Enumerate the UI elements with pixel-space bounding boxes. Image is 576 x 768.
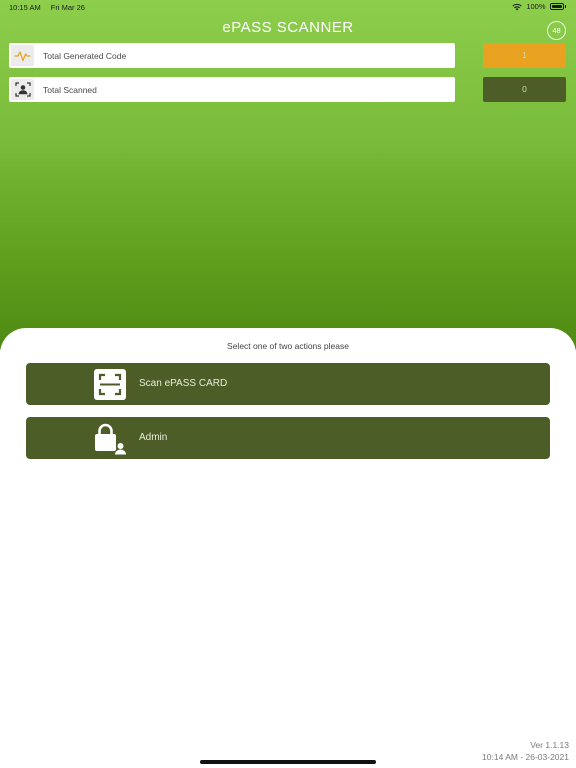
status-left: 10:15 AM Fri Mar 26 [9,3,93,12]
count-badge[interactable]: 48 [547,21,566,40]
stat-value-scanned: 0 [483,77,566,102]
scan-epass-button[interactable]: Scan ePASS CARD [26,363,550,405]
pulse-icon [11,45,34,66]
action-sheet: Select one of two actions please Scan eP… [0,328,576,768]
battery-tip [564,5,566,8]
wifi-icon [512,3,522,10]
status-time: 10:15 AM [9,3,41,12]
status-bar: 10:15 AM Fri Mar 26 100% [0,0,576,14]
stat-label-scanned: Total Scanned [43,84,97,95]
admin-button[interactable]: Admin [26,417,550,459]
stat-label-generated: Total Generated Code [43,50,127,61]
page-title: ePASS SCANNER [222,19,354,36]
version-info: Ver 1.1.13 10:14 AM - 26-03-2021 [482,739,569,763]
stat-card-scanned: Total Scanned [9,77,455,102]
admin-label: Admin [139,432,168,443]
battery-percent: 100% [526,2,546,11]
status-right: 100% [512,2,566,11]
version-timestamp: 10:14 AM - 26-03-2021 [482,752,569,762]
stat-value-generated: 1 [483,43,566,68]
battery-icon [549,3,564,10]
lock-user-icon [95,423,126,455]
action-prompt: Select one of two actions please [227,341,349,351]
status-date: Fri Mar 26 [50,3,85,12]
face-scan-icon [11,79,34,100]
scan-epass-label: Scan ePASS CARD [139,378,228,389]
version-number: Ver 1.1.13 [530,740,569,750]
header-background: 10:15 AM Fri Mar 26 100% ePASS SCANNER 4… [0,0,576,350]
home-indicator[interactable] [200,760,376,764]
scan-frame-icon [94,369,126,400]
stat-card-generated: Total Generated Code [9,43,455,68]
